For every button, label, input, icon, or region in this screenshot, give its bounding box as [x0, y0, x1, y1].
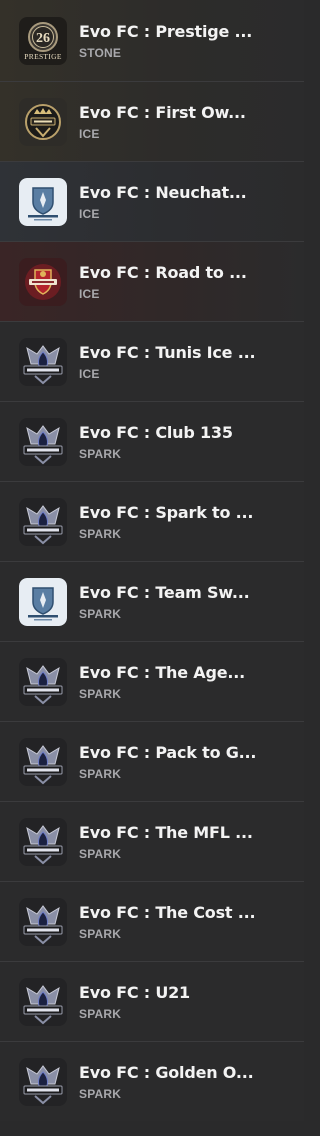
item-tier: SPARK — [79, 926, 122, 941]
item-tier: ICE — [79, 366, 100, 381]
item-title: Evo FC : Spark to ... — [79, 502, 254, 522]
item-tier: SPARK — [79, 526, 122, 541]
team-sweat-badge-icon — [19, 177, 67, 226]
road-to-shield-badge-icon — [19, 257, 67, 306]
item-tier: STONE — [79, 45, 122, 60]
item-title: Evo FC : The MFL ... — [79, 822, 253, 842]
item-title: Evo FC : Golden O... — [79, 1062, 254, 1082]
item-tier: ICE — [79, 206, 100, 221]
nepenthez-crest-badge-icon — [19, 497, 67, 546]
item-tier: ICE — [79, 286, 100, 301]
item-title: Evo FC : Club 135 — [79, 422, 233, 442]
nepenthez-crest-badge-icon — [19, 737, 67, 786]
list-item[interactable]: Evo FC : First Ow... ICE — [0, 81, 304, 161]
list-item[interactable]: Evo FC : The Cost ... SPARK — [0, 881, 304, 961]
nepenthez-crest-badge-icon — [19, 417, 67, 466]
item-title: Evo FC : Tunis Ice ... — [79, 342, 256, 362]
item-title: Evo FC : Pack to G... — [79, 742, 257, 762]
list-item[interactable]: Evo FC : Pack to G... SPARK — [0, 721, 304, 801]
item-title: Evo FC : First Ow... — [79, 102, 246, 122]
list-item[interactable]: Evo FC : Team Sw... SPARK — [0, 561, 304, 641]
list-item[interactable]: Evo FC : Club 135 SPARK — [0, 401, 304, 481]
item-tier: SPARK — [79, 766, 122, 781]
list-item[interactable]: 26 PRESTIGE Evo FC : Prestige ... STONE — [0, 0, 304, 81]
nepenthez-crest-badge-icon — [19, 337, 67, 386]
item-title: Evo FC : The Age... — [79, 662, 245, 682]
item-tier: SPARK — [79, 686, 122, 701]
list-item[interactable]: Evo FC : Road to ... ICE — [0, 241, 304, 321]
list-item[interactable]: Evo FC : U21 SPARK — [0, 961, 304, 1041]
item-tier: SPARK — [79, 446, 122, 461]
nepenthez-crest-badge-icon — [19, 1057, 67, 1106]
nepenthez-crest-badge-icon — [19, 817, 67, 866]
prestige-number: 26 — [36, 31, 50, 46]
first-owner-badge-icon — [19, 97, 67, 146]
list-item[interactable]: Evo FC : The MFL ... SPARK — [0, 801, 304, 881]
item-title: Evo FC : Road to ... — [79, 262, 247, 282]
list-item[interactable]: Evo FC : The Age... SPARK — [0, 641, 304, 721]
item-title: Evo FC : The Cost ... — [79, 902, 256, 922]
nepenthez-crest-badge-icon — [19, 897, 67, 946]
prestige-26-badge-icon: 26 PRESTIGE — [19, 16, 67, 65]
evolution-list: 26 PRESTIGE Evo FC : Prestige ... STONE … — [0, 0, 304, 1136]
item-tier: ICE — [79, 126, 100, 141]
item-tier: SPARK — [79, 846, 122, 861]
item-tier: SPARK — [79, 1086, 122, 1101]
nepenthez-crest-badge-icon — [19, 977, 67, 1026]
item-title: Evo FC : Team Sw... — [79, 582, 250, 602]
list-item[interactable]: Evo FC : Golden O... SPARK — [0, 1041, 304, 1121]
item-title: Evo FC : U21 — [79, 982, 190, 1002]
prestige-label: PRESTIGE — [24, 52, 62, 61]
list-item[interactable]: Evo FC : Neuchat... ICE — [0, 161, 304, 241]
nepenthez-crest-badge-icon — [19, 657, 67, 706]
list-item[interactable]: Evo FC : Spark to ... SPARK — [0, 481, 304, 561]
item-tier: SPARK — [79, 606, 122, 621]
item-tier: SPARK — [79, 1006, 122, 1021]
list-item[interactable]: Evo FC : Tunis Ice ... ICE — [0, 321, 304, 401]
item-title: Evo FC : Neuchat... — [79, 182, 247, 202]
item-title: Evo FC : Prestige ... — [79, 21, 253, 41]
team-sweat-badge-icon — [19, 577, 67, 626]
